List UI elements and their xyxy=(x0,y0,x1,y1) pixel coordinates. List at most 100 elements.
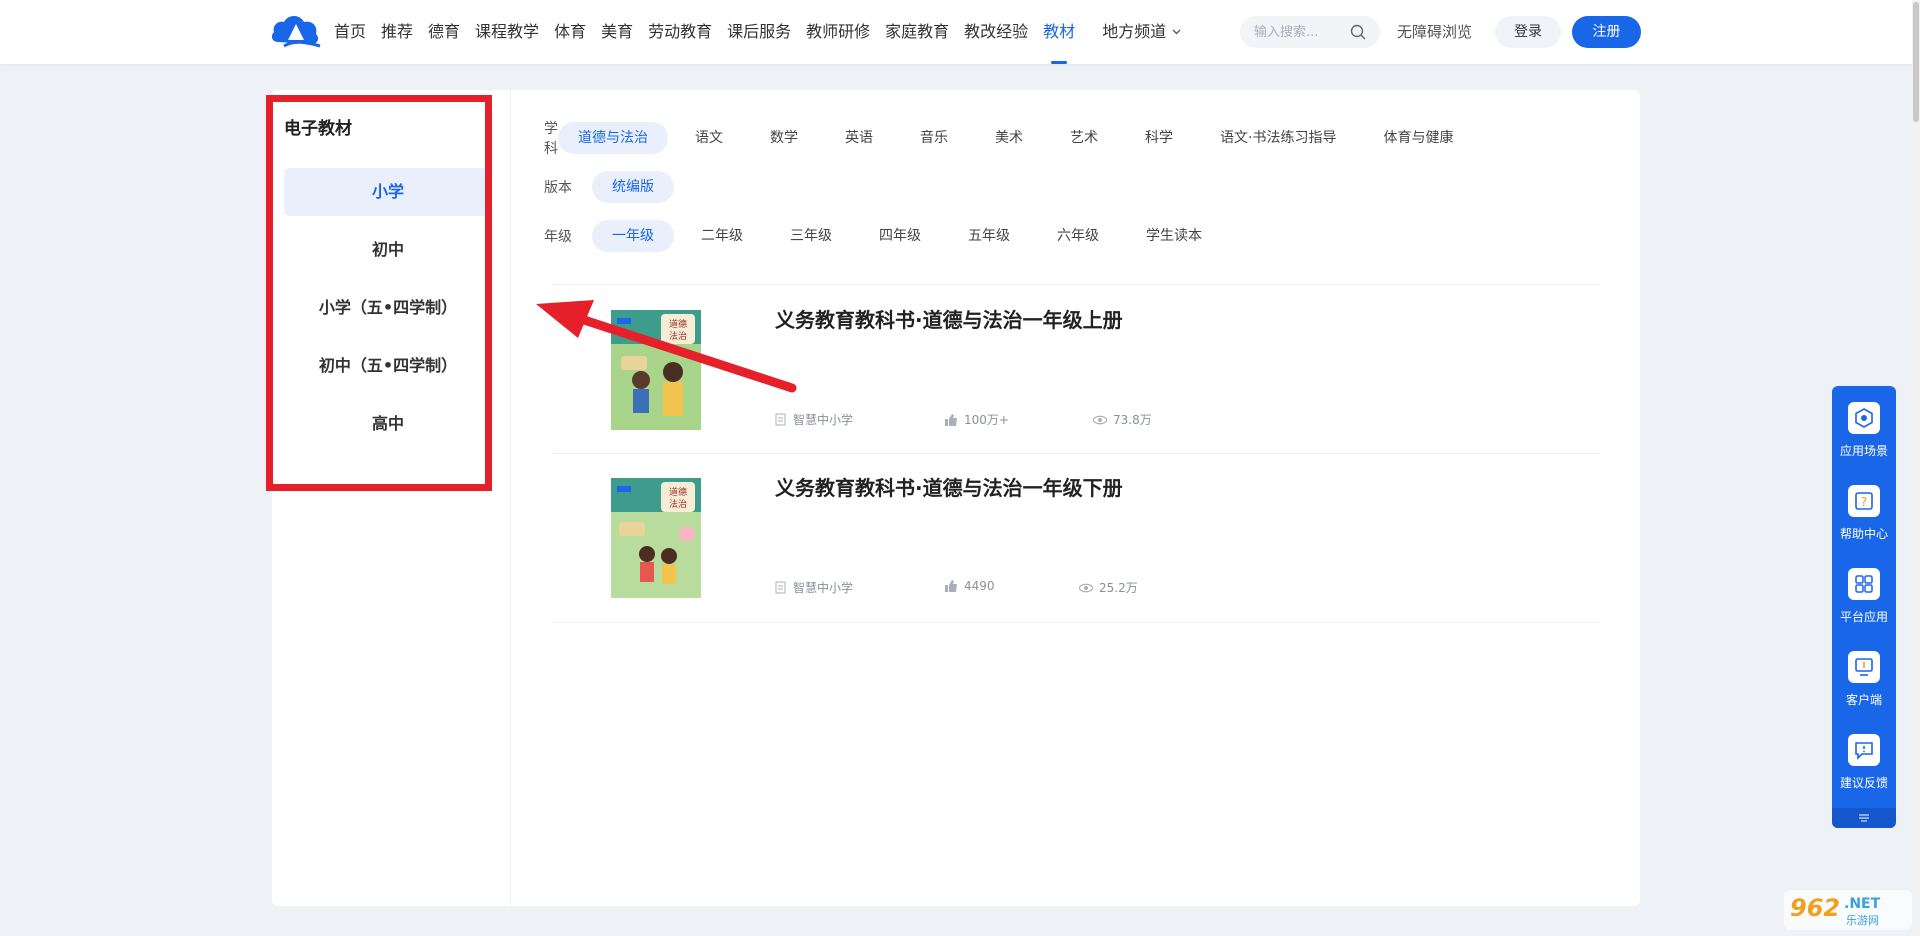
nav-item[interactable]: 劳动教育 xyxy=(648,0,712,64)
grade-chip[interactable]: 五年级 xyxy=(948,220,1030,252)
nav-item[interactable]: 课程教学 xyxy=(475,0,539,64)
nav-item[interactable]: 教材 xyxy=(1043,0,1075,64)
nav-item[interactable]: 德育 xyxy=(428,0,460,64)
search-input[interactable] xyxy=(1252,23,1352,41)
subject-filter-label: 学科 xyxy=(544,121,558,157)
book-card[interactable]: 道德 法治 义务教育教科书·道德与法治一年级下册 智慧中小学 4490 25.2… xyxy=(553,454,1600,622)
nav-item[interactable]: 体育 xyxy=(554,0,586,64)
nav-local-channel[interactable]: 地方频道 xyxy=(1102,0,1181,64)
subject-chip[interactable]: 科学 xyxy=(1125,122,1193,154)
school-level-item[interactable]: 小学 xyxy=(284,168,492,216)
edition-chip[interactable]: 统编版 xyxy=(592,171,674,203)
search-box[interactable] xyxy=(1240,16,1380,48)
dock-item-apps[interactable]: 平台应用 xyxy=(1832,568,1896,625)
divider xyxy=(553,622,1600,623)
svg-text:?: ? xyxy=(1861,495,1867,509)
dock-item-feedback[interactable]: 建议反馈 xyxy=(1832,734,1896,791)
subject-chips: 道德与法治 语文 数学 英语 音乐 美术 艺术 科学 语文·书法练习指导 体育与健康 xyxy=(558,122,1480,154)
subject-chip[interactable]: 语文 xyxy=(675,122,743,154)
book-source: 智慧中小学 xyxy=(775,579,853,596)
site-logo[interactable] xyxy=(270,12,322,50)
dock-label: 客户端 xyxy=(1845,693,1882,707)
subject-chip[interactable]: 体育与健康 xyxy=(1363,122,1473,154)
book-source-text: 智慧中小学 xyxy=(793,581,854,595)
school-level-item[interactable]: 初中（五•四学制） xyxy=(284,342,492,390)
apps-icon xyxy=(1848,568,1880,600)
edition-chips: 统编版 xyxy=(592,171,681,203)
sidebar-title: 电子教材 xyxy=(284,119,352,139)
grade-chip[interactable]: 学生读本 xyxy=(1126,220,1222,252)
nav-item[interactable]: 教师研修 xyxy=(806,0,870,64)
document-icon xyxy=(775,413,786,426)
filter-panel: 学科 道德与法治 语文 数学 英语 音乐 美术 艺术 科学 语文·书法练习指导 体育与健康 版本 … xyxy=(544,120,1453,267)
nav-item[interactable]: 课后服务 xyxy=(727,0,791,64)
book-views-count: 25.2万 xyxy=(1099,581,1138,595)
register-button[interactable]: 注册 xyxy=(1572,16,1641,48)
thumbs-up-icon xyxy=(945,413,957,426)
grade-filter-label: 年级 xyxy=(544,229,572,245)
login-button[interactable]: 登录 xyxy=(1495,16,1561,48)
chevron-down-icon xyxy=(1172,29,1181,35)
subject-chip[interactable]: 道德与法治 xyxy=(558,122,668,154)
subject-chip[interactable]: 数学 xyxy=(750,122,818,154)
subject-chip[interactable]: 英语 xyxy=(825,122,893,154)
grade-chip[interactable]: 六年级 xyxy=(1037,220,1119,252)
dock-item-scene[interactable]: 应用场景 xyxy=(1832,402,1896,459)
thumbs-up-icon xyxy=(945,580,957,592)
divider xyxy=(553,284,1600,285)
svg-text:法治: 法治 xyxy=(669,498,687,510)
svg-text:道德: 道德 xyxy=(669,486,687,498)
grade-chip[interactable]: 二年级 xyxy=(681,220,763,252)
book-title[interactable]: 义务教育教科书·道德与法治一年级下册 xyxy=(775,472,1123,501)
school-level-item[interactable]: 初中 xyxy=(284,226,492,274)
nav-item[interactable]: 推荐 xyxy=(381,0,413,64)
accessibility-link[interactable]: 无障碍浏览 xyxy=(1397,0,1472,64)
grade-chip[interactable]: 四年级 xyxy=(859,220,941,252)
textbook-sidebar: 电子教材 小学初中小学（五•四学制） 初中（五•四学制） 高中 xyxy=(272,90,511,906)
scene-icon xyxy=(1848,402,1880,434)
school-level-item[interactable]: 高中 xyxy=(284,400,492,448)
edition-filter-label: 版本 xyxy=(544,180,572,196)
svg-text:法治: 法治 xyxy=(669,330,687,342)
document-icon xyxy=(775,581,786,594)
book-source-text: 智慧中小学 xyxy=(793,413,854,427)
svg-text:962: 962 xyxy=(1790,894,1840,922)
nav-item[interactable]: 教改经验 xyxy=(964,0,1028,64)
page-scrollbar[interactable] xyxy=(1912,0,1920,936)
svg-text:乐游网: 乐游网 xyxy=(1846,914,1879,927)
search-icon[interactable] xyxy=(1350,24,1366,40)
scrollbar-thumb[interactable] xyxy=(1913,2,1919,122)
book-views: 25.2万 xyxy=(1079,579,1138,596)
grade-chip[interactable]: 一年级 xyxy=(592,220,674,252)
collapse-menu-icon[interactable] xyxy=(1832,808,1896,828)
subject-chip[interactable]: 音乐 xyxy=(900,122,968,154)
subject-filter-row: 学科 道德与法治 语文 数学 英语 音乐 美术 艺术 科学 语文·书法练习指导 体育与健康 xyxy=(544,120,1453,157)
watermark-logo: 962 .NET 乐游网 xyxy=(1784,890,1912,930)
grade-chips: 一年级 二年级 三年级 四年级 五年级 六年级 学生读本 xyxy=(592,220,1229,252)
grade-chip[interactable]: 三年级 xyxy=(770,220,852,252)
floating-toolbar: 应用场景 ? 帮助中心 平台应用 客户端 建议反馈 xyxy=(1832,386,1896,828)
subject-chip[interactable]: 语文·书法练习指导 xyxy=(1200,122,1356,154)
book-card[interactable]: 道德 法治 义务教育教科书·道德与法治一年级上册 智慧中小学 100万+ 73.… xyxy=(553,286,1600,454)
nav-local-label: 地方频道 xyxy=(1102,22,1167,41)
dock-label: 平台应用 xyxy=(1839,610,1888,624)
dock-label: 建议反馈 xyxy=(1839,776,1888,790)
client-icon xyxy=(1848,651,1880,683)
svg-text:道德: 道德 xyxy=(669,318,687,330)
nav-item[interactable]: 家庭教育 xyxy=(885,0,949,64)
book-title[interactable]: 义务教育教科书·道德与法治一年级上册 xyxy=(775,304,1123,333)
book-cover-image[interactable]: 道德 法治 xyxy=(611,478,701,598)
dock-item-help[interactable]: ? 帮助中心 xyxy=(1832,485,1896,542)
book-likes-count: 100万+ xyxy=(964,413,1009,427)
feedback-icon xyxy=(1848,734,1880,766)
top-header: 首页 推荐 德育 课程教学 体育 美育 劳动教育 课后服务 教师研修 家庭教育 教改经验 教材 地方频道… xyxy=(0,0,1920,64)
grade-filter-row: 年级 一年级 二年级 三年级 四年级 五年级 六年级 学生读本 xyxy=(544,218,1444,254)
dock-item-client[interactable]: 客户端 xyxy=(1832,651,1896,708)
nav-item[interactable]: 首页 xyxy=(334,0,366,64)
book-cover-image[interactable]: 道德 法治 xyxy=(611,310,701,430)
school-level-item[interactable]: 小学（五•四学制） xyxy=(284,284,492,332)
subject-chip[interactable]: 艺术 xyxy=(1050,122,1118,154)
nav-item[interactable]: 美育 xyxy=(601,0,633,64)
subject-chip[interactable]: 美术 xyxy=(975,122,1043,154)
svg-text:.NET: .NET xyxy=(1844,896,1881,912)
